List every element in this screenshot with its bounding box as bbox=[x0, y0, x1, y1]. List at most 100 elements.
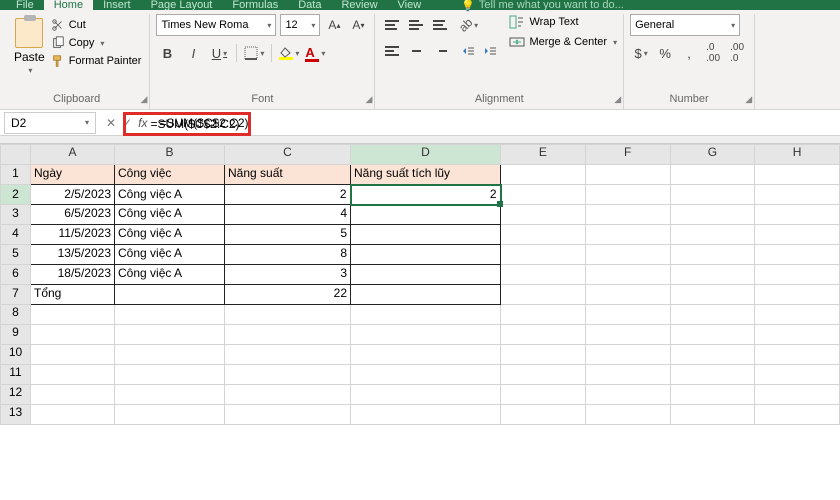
cell[interactable] bbox=[585, 225, 670, 245]
row-header[interactable]: 4 bbox=[1, 225, 31, 245]
cell[interactable] bbox=[351, 385, 501, 405]
cell[interactable] bbox=[755, 185, 840, 205]
cell[interactable] bbox=[755, 305, 840, 325]
col-header-e[interactable]: E bbox=[501, 145, 586, 165]
alignment-launcher-icon[interactable]: ◢ bbox=[614, 94, 621, 105]
cell[interactable] bbox=[115, 405, 225, 425]
cell[interactable]: 5 bbox=[225, 225, 351, 245]
cell[interactable] bbox=[501, 165, 586, 185]
cell[interactable]: 13/5/2023 bbox=[31, 245, 115, 265]
cell[interactable]: Ngày bbox=[31, 165, 115, 185]
grow-font-button[interactable]: A▴ bbox=[324, 14, 344, 36]
copy-button[interactable]: Copy▾ bbox=[51, 36, 142, 50]
percent-button[interactable]: % bbox=[654, 42, 676, 64]
number-launcher-icon[interactable]: ◢ bbox=[745, 94, 752, 105]
font-size-select[interactable]: 12▾ bbox=[280, 14, 320, 36]
row-header[interactable]: 8 bbox=[1, 305, 31, 325]
col-header-c[interactable]: C bbox=[225, 145, 351, 165]
cell[interactable]: Công việc A bbox=[115, 265, 225, 285]
cell[interactable]: 18/5/2023 bbox=[31, 265, 115, 285]
cell[interactable] bbox=[585, 185, 670, 205]
cell[interactable] bbox=[31, 385, 115, 405]
cell[interactable] bbox=[501, 245, 586, 265]
row-header[interactable]: 1 bbox=[1, 165, 31, 185]
format-painter-button[interactable]: Format Painter bbox=[51, 54, 142, 68]
cell[interactable] bbox=[670, 245, 755, 265]
cell[interactable]: 6/5/2023 bbox=[31, 205, 115, 225]
row-header[interactable]: 10 bbox=[1, 345, 31, 365]
cell[interactable] bbox=[225, 405, 351, 425]
cell[interactable]: Công việc A bbox=[115, 245, 225, 265]
cell[interactable] bbox=[31, 405, 115, 425]
tab-home[interactable]: Home bbox=[44, 0, 93, 10]
row-header[interactable]: 3 bbox=[1, 205, 31, 225]
cell[interactable] bbox=[225, 345, 351, 365]
cell[interactable] bbox=[755, 165, 840, 185]
cell[interactable] bbox=[501, 185, 586, 205]
col-header-b[interactable]: B bbox=[115, 145, 225, 165]
align-top-button[interactable] bbox=[381, 14, 403, 36]
increase-decimal-button[interactable]: .0.00 bbox=[702, 42, 724, 64]
align-middle-button[interactable] bbox=[405, 14, 427, 36]
cell[interactable]: Công việc A bbox=[115, 185, 225, 205]
cell[interactable]: Năng suất bbox=[225, 165, 351, 185]
tab-review[interactable]: Review bbox=[331, 0, 387, 10]
cell[interactable] bbox=[225, 385, 351, 405]
cell[interactable]: 22 bbox=[225, 285, 351, 305]
underline-button[interactable]: U▾ bbox=[208, 42, 230, 64]
cell[interactable] bbox=[670, 325, 755, 345]
cell[interactable] bbox=[351, 305, 501, 325]
cell[interactable] bbox=[585, 345, 670, 365]
cell[interactable]: 4 bbox=[225, 205, 351, 225]
cell[interactable] bbox=[351, 225, 501, 245]
cell[interactable] bbox=[755, 265, 840, 285]
cell[interactable] bbox=[115, 345, 225, 365]
cell[interactable]: Công việc A bbox=[115, 225, 225, 245]
cell[interactable] bbox=[670, 345, 755, 365]
tab-data[interactable]: Data bbox=[288, 0, 331, 10]
cell[interactable] bbox=[115, 305, 225, 325]
cell[interactable] bbox=[670, 385, 755, 405]
cell[interactable] bbox=[670, 205, 755, 225]
cell[interactable] bbox=[585, 385, 670, 405]
cell[interactable] bbox=[501, 365, 586, 385]
cell[interactable] bbox=[670, 285, 755, 305]
cell[interactable] bbox=[31, 305, 115, 325]
cell[interactable]: Năng suất tích lũy bbox=[351, 165, 501, 185]
cell[interactable] bbox=[670, 365, 755, 385]
cell[interactable] bbox=[351, 405, 501, 425]
cell[interactable]: 2/5/2023 bbox=[31, 185, 115, 205]
wrap-text-button[interactable]: Wrap Text bbox=[509, 14, 617, 30]
cell[interactable] bbox=[31, 345, 115, 365]
col-header-d[interactable]: D bbox=[351, 145, 501, 165]
cell[interactable] bbox=[755, 225, 840, 245]
cell[interactable]: Công việc A bbox=[115, 205, 225, 225]
cell[interactable] bbox=[755, 345, 840, 365]
cell[interactable] bbox=[755, 405, 840, 425]
fill-color-button[interactable]: ▾ bbox=[278, 42, 300, 64]
cell[interactable] bbox=[585, 405, 670, 425]
tab-insert[interactable]: Insert bbox=[93, 0, 141, 10]
cell[interactable] bbox=[351, 205, 501, 225]
cell[interactable] bbox=[31, 365, 115, 385]
cell[interactable] bbox=[351, 265, 501, 285]
row-header[interactable]: 9 bbox=[1, 325, 31, 345]
cell[interactable] bbox=[115, 385, 225, 405]
align-center-button[interactable] bbox=[405, 40, 427, 62]
cell[interactable] bbox=[755, 365, 840, 385]
cell[interactable] bbox=[755, 385, 840, 405]
decrease-decimal-button[interactable]: .00.0 bbox=[726, 42, 748, 64]
italic-button[interactable]: I bbox=[182, 42, 204, 64]
tell-me[interactable]: 💡Tell me what you want to do... bbox=[451, 0, 634, 10]
cell[interactable]: 3 bbox=[225, 265, 351, 285]
cell[interactable]: 8 bbox=[225, 245, 351, 265]
cell[interactable] bbox=[585, 325, 670, 345]
cell[interactable] bbox=[501, 385, 586, 405]
cell[interactable]: 2 bbox=[225, 185, 351, 205]
cell[interactable] bbox=[115, 325, 225, 345]
orientation-button[interactable]: ab▾ bbox=[457, 14, 479, 36]
row-header[interactable]: 11 bbox=[1, 365, 31, 385]
cell[interactable] bbox=[225, 305, 351, 325]
tab-view[interactable]: View bbox=[388, 0, 432, 10]
cell[interactable] bbox=[115, 285, 225, 305]
